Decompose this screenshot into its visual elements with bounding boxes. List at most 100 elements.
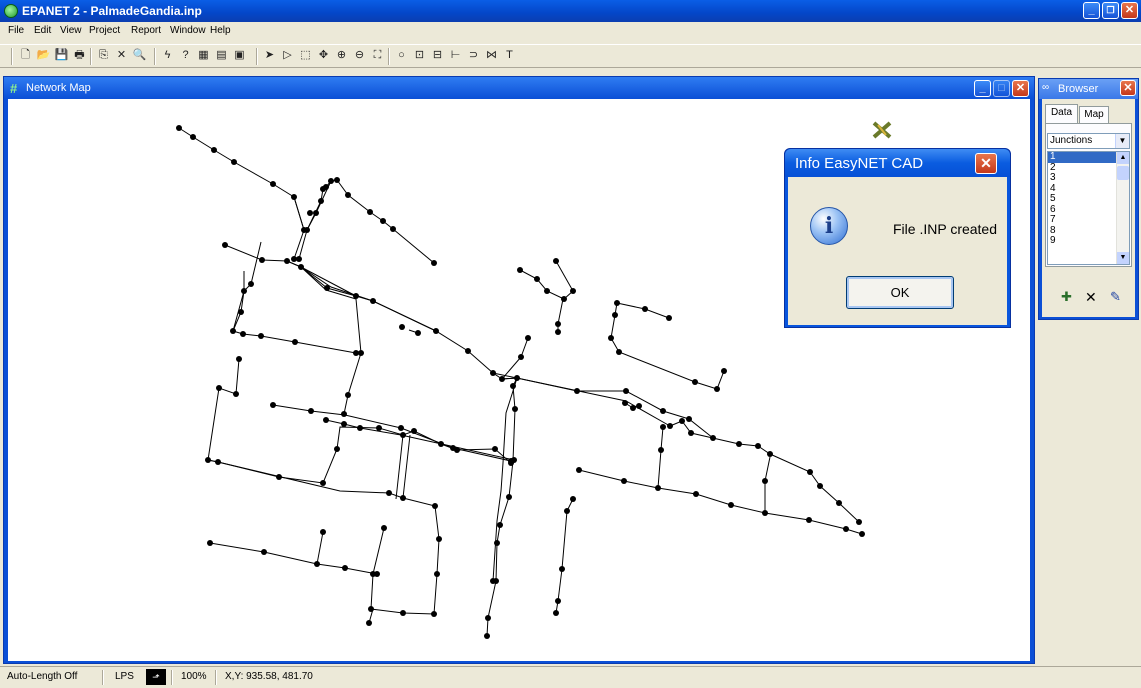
full-extent-icon[interactable]: ⛶	[370, 48, 385, 63]
junction-node[interactable]	[368, 606, 374, 612]
junction-node[interactable]	[415, 330, 421, 336]
junction-node[interactable]	[525, 335, 531, 341]
print-icon[interactable]: 🖶	[72, 48, 87, 63]
map-minimize-button[interactable]: _	[974, 80, 991, 97]
junction-node[interactable]	[341, 421, 347, 427]
junction-node[interactable]	[320, 480, 326, 486]
junction-node[interactable]	[623, 388, 629, 394]
pipe[interactable]	[500, 337, 529, 380]
pipe[interactable]	[217, 461, 440, 615]
junction-node[interactable]	[517, 267, 523, 273]
junction-node[interactable]	[241, 288, 247, 294]
pipe[interactable]	[207, 358, 512, 484]
ok-button[interactable]: OK	[846, 276, 954, 309]
junction-node[interactable]	[328, 178, 334, 184]
pipe[interactable]	[555, 498, 574, 614]
table-icon[interactable]: ▤	[214, 48, 229, 63]
map-close-button[interactable]: ✕	[1012, 80, 1029, 97]
junction-node[interactable]	[222, 242, 228, 248]
map-maximize-button[interactable]: □	[993, 80, 1010, 97]
junction-node[interactable]	[358, 350, 364, 356]
pipe[interactable]	[306, 188, 324, 231]
junction-node[interactable]	[334, 177, 340, 183]
junction-node[interactable]	[400, 610, 406, 616]
junction-node[interactable]	[679, 418, 685, 424]
pipe[interactable]	[209, 542, 378, 575]
tab-map[interactable]: Map	[1079, 106, 1109, 123]
junction-node[interactable]	[767, 451, 773, 457]
junction-node[interactable]	[686, 416, 692, 422]
pipe[interactable]	[657, 426, 664, 489]
junction-node[interactable]	[465, 348, 471, 354]
junction-node[interactable]	[642, 306, 648, 312]
options-icon[interactable]: ▣	[232, 48, 247, 63]
junction-node[interactable]	[561, 296, 567, 302]
junction-node[interactable]	[233, 391, 239, 397]
junction-node[interactable]	[762, 478, 768, 484]
junction-node[interactable]	[666, 315, 672, 321]
junction-node[interactable]	[314, 561, 320, 567]
menu-edit[interactable]: Edit	[34, 25, 51, 36]
junction-node[interactable]	[621, 478, 627, 484]
scroll-up-icon[interactable]: ▲	[1117, 152, 1129, 164]
junction-node[interactable]	[612, 312, 618, 318]
query-icon[interactable]: ?	[178, 48, 193, 63]
junction-node[interactable]	[485, 615, 491, 621]
junction-node[interactable]	[216, 385, 222, 391]
graph-icon[interactable]: ▦	[196, 48, 211, 63]
junction-node[interactable]	[341, 411, 347, 417]
junction-node[interactable]	[270, 181, 276, 187]
list-scrollbar[interactable]: ▲ ▼	[1116, 152, 1129, 264]
pan-icon[interactable]: ✥	[316, 48, 331, 63]
menu-project[interactable]: Project	[89, 25, 120, 36]
add-label-icon[interactable]: T	[502, 48, 517, 63]
junction-node[interactable]	[307, 210, 313, 216]
add-icon[interactable]: ✚	[1061, 289, 1072, 305]
add-junction-icon[interactable]: ○	[394, 48, 409, 63]
run-icon[interactable]: ϟ	[160, 48, 175, 63]
junction-node[interactable]	[291, 194, 297, 200]
junction-node[interactable]	[655, 485, 661, 491]
open-icon[interactable]: 📂	[36, 48, 51, 63]
junction-node[interactable]	[436, 536, 442, 542]
junction-node[interactable]	[660, 424, 666, 430]
select-vertex-icon[interactable]: ▷	[280, 48, 295, 63]
junction-node[interactable]	[431, 260, 437, 266]
add-valve-icon[interactable]: ⋈	[484, 48, 499, 63]
junction-node[interactable]	[506, 494, 512, 500]
junction-node[interactable]	[555, 598, 561, 604]
junction-node[interactable]	[334, 446, 340, 452]
scroll-thumb[interactable]	[1117, 166, 1129, 180]
junction-node[interactable]	[236, 356, 242, 362]
junction-node[interactable]	[490, 578, 496, 584]
junction-node[interactable]	[755, 443, 761, 449]
browser-close-button[interactable]: ✕	[1120, 80, 1136, 96]
junction-node[interactable]	[259, 257, 265, 263]
junction-node[interactable]	[492, 446, 498, 452]
junction-node[interactable]	[438, 441, 444, 447]
junction-node[interactable]	[215, 459, 221, 465]
junction-node[interactable]	[616, 349, 622, 355]
pipe[interactable]	[764, 456, 771, 513]
junction-node[interactable]	[499, 376, 505, 382]
junction-node[interactable]	[400, 495, 406, 501]
pipe[interactable]	[402, 434, 411, 499]
junction-node[interactable]	[308, 408, 314, 414]
junction-node[interactable]	[176, 125, 182, 131]
junction-node[interactable]	[710, 435, 716, 441]
junction-node[interactable]	[434, 571, 440, 577]
save-icon[interactable]: 💾	[54, 48, 69, 63]
category-select[interactable]: Junctions ▼	[1047, 133, 1130, 149]
junction-node[interactable]	[296, 256, 302, 262]
junction-node[interactable]	[658, 447, 664, 453]
junction-node[interactable]	[318, 198, 324, 204]
junction-node[interactable]	[688, 430, 694, 436]
junction-node[interactable]	[807, 469, 813, 475]
tab-data[interactable]: Data	[1045, 104, 1078, 123]
minimize-button[interactable]: _	[1083, 2, 1100, 19]
delete-icon[interactable]: ✕	[114, 48, 129, 63]
junction-node[interactable]	[411, 428, 417, 434]
junction-node[interactable]	[484, 633, 490, 639]
auto-length-status[interactable]: Auto-Length Off	[7, 671, 77, 682]
junction-node[interactable]	[511, 457, 517, 463]
